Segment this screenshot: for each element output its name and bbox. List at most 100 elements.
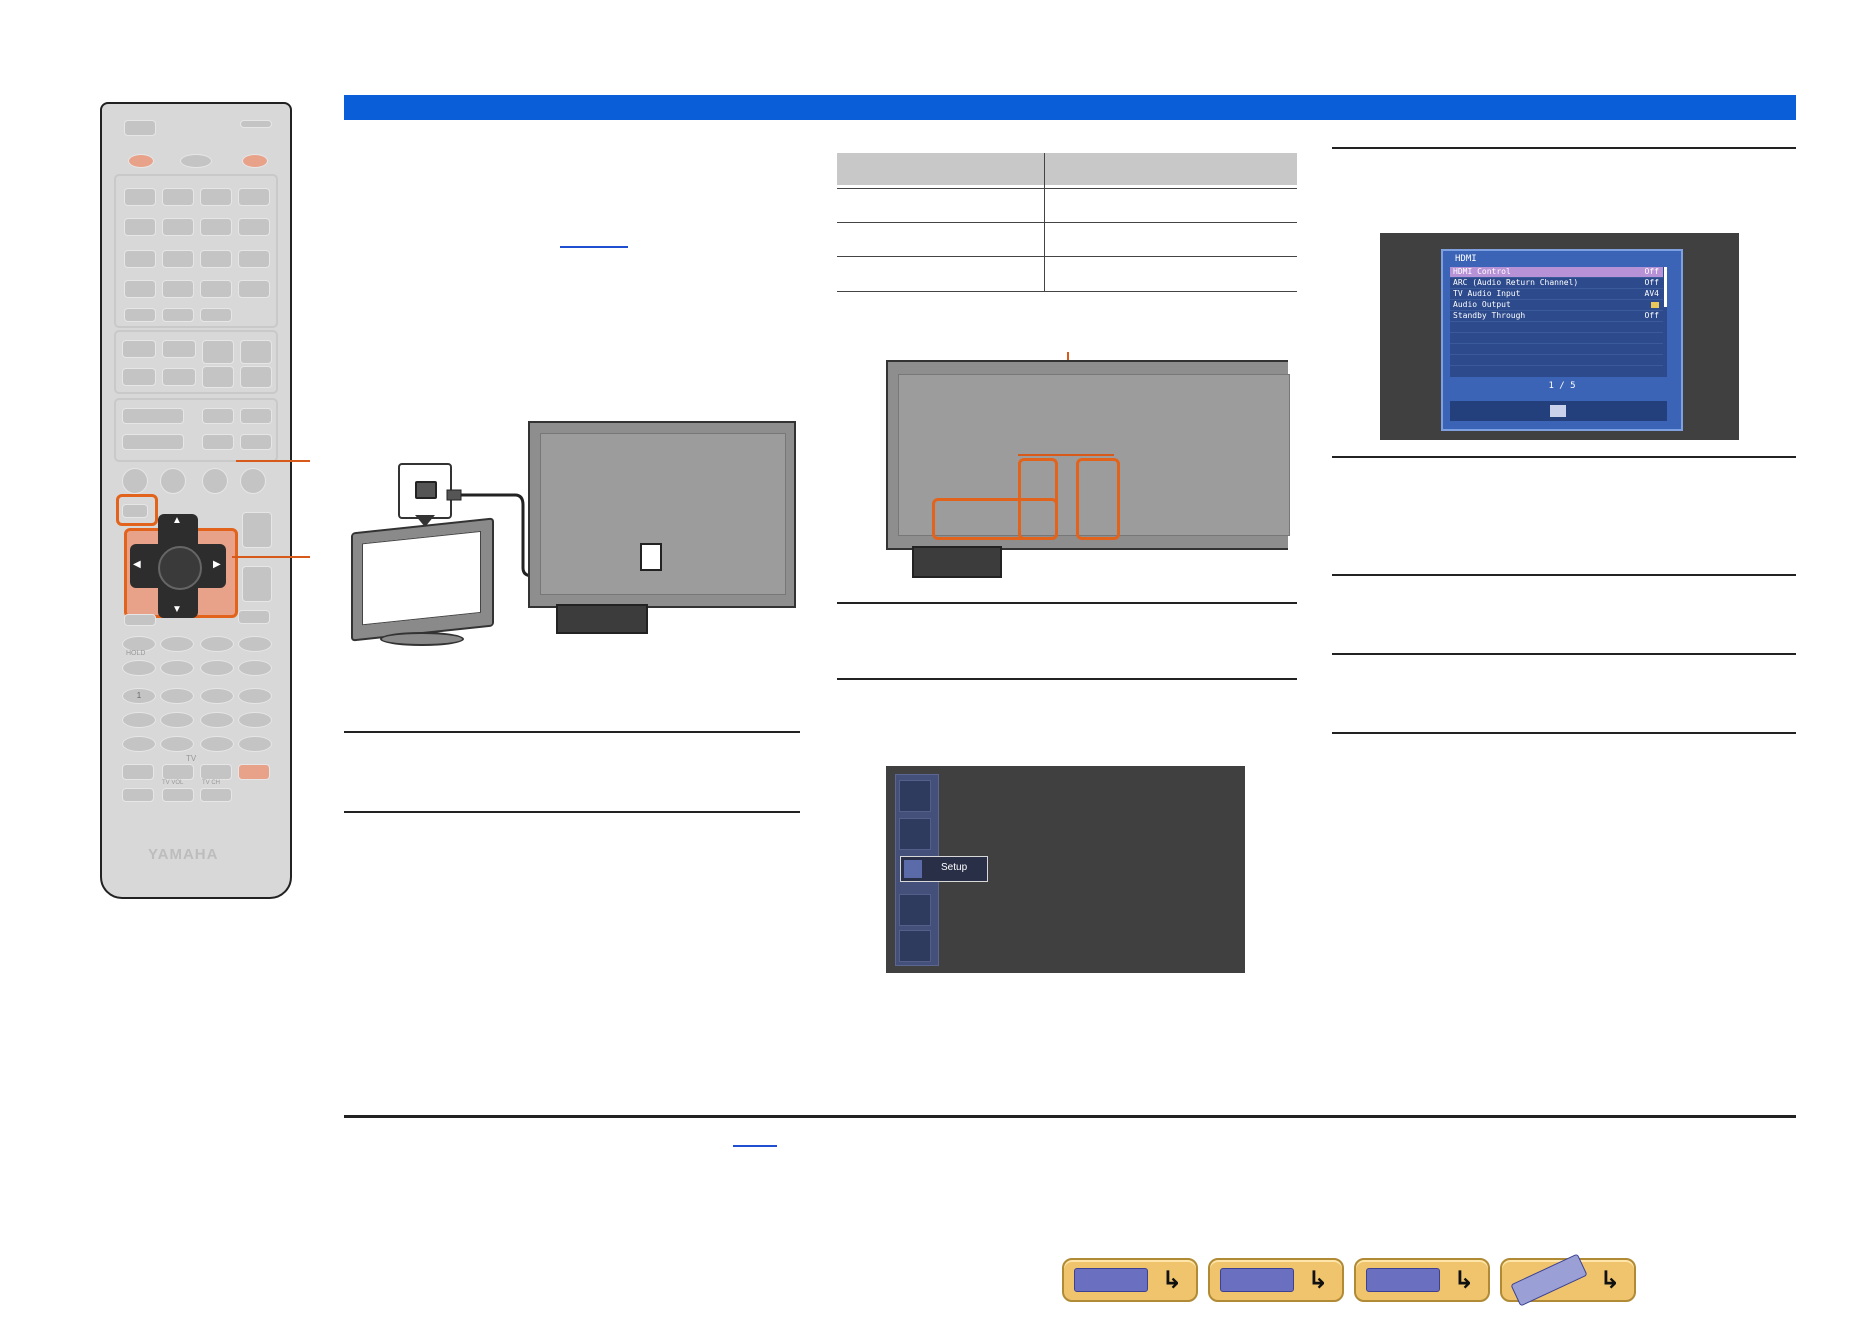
hdmi-category-icon bbox=[1550, 405, 1566, 417]
page-link[interactable] bbox=[733, 1145, 777, 1147]
remote-round-button bbox=[202, 468, 228, 494]
hdmi-row-tv-audio-input[interactable]: TV Audio Input AV4 bbox=[1450, 289, 1663, 300]
remote-stop-button bbox=[160, 636, 194, 652]
hdmi-scrollbar[interactable] bbox=[1664, 267, 1667, 307]
nav-button-remote-control[interactable]: ↳ bbox=[1500, 1253, 1636, 1307]
remote-input-button bbox=[238, 218, 270, 236]
remote-pause-button bbox=[200, 636, 234, 652]
receiver-rear-middle bbox=[886, 360, 1290, 550]
remote-input-button bbox=[238, 250, 270, 268]
remote-preset-button bbox=[122, 340, 156, 358]
remote-tv-ch-down bbox=[200, 788, 232, 802]
remote-preset-down bbox=[202, 366, 234, 388]
remote-input-button bbox=[200, 188, 232, 206]
remote-tv-vol-down bbox=[162, 788, 194, 802]
menu-item-scene-icon bbox=[899, 818, 931, 850]
setup-wrench-icon bbox=[904, 860, 922, 878]
receiver-rear-left bbox=[528, 421, 796, 608]
table-row-line bbox=[837, 188, 1297, 189]
nav-button-rear-panel[interactable]: ↳ bbox=[1208, 1258, 1344, 1302]
callout-line-cursor bbox=[232, 556, 310, 558]
remote-small-button bbox=[124, 614, 156, 626]
step-rule bbox=[1332, 732, 1796, 734]
callout-line-setup bbox=[236, 460, 310, 462]
section-header-bar bbox=[344, 95, 1796, 120]
remote-input-button bbox=[162, 250, 194, 268]
remote-input-button bbox=[200, 280, 232, 298]
remote-power-right bbox=[242, 154, 268, 168]
remote-input-button bbox=[124, 188, 156, 206]
hdmi-row-empty bbox=[1450, 344, 1663, 355]
page-link[interactable] bbox=[560, 246, 628, 248]
menu-item-setup-label: Setup bbox=[941, 862, 968, 873]
remote-preset-down bbox=[240, 366, 272, 388]
remote-round-button bbox=[240, 468, 266, 494]
front-display-icon bbox=[1366, 1268, 1440, 1292]
table-row-line bbox=[837, 291, 1297, 292]
audio-input-highlight bbox=[1018, 458, 1058, 540]
cursor-right-icon: ▶ bbox=[213, 559, 221, 570]
step-rule bbox=[837, 602, 1297, 604]
remote-preset-button bbox=[162, 340, 196, 358]
remote-number-button bbox=[122, 712, 156, 728]
menu-item-option-icon bbox=[899, 894, 931, 926]
remote-setup-button bbox=[122, 504, 148, 518]
remote-brand-logo: YAMAHA bbox=[148, 846, 219, 863]
hdmi-row-hdmi-control[interactable]: HDMI Control Off bbox=[1450, 267, 1663, 278]
step-rule bbox=[837, 678, 1297, 680]
step-rule bbox=[1332, 574, 1796, 576]
hdmi-row-standby-through[interactable]: Standby Through Off bbox=[1450, 311, 1663, 322]
remote-input-button bbox=[124, 218, 156, 236]
hdmi-row-audio-output[interactable]: Audio Output bbox=[1450, 300, 1663, 311]
remote-sound-button bbox=[202, 408, 234, 424]
remote-number-button bbox=[160, 712, 194, 728]
hdmi-menu-title: HDMI bbox=[1455, 254, 1477, 264]
return-arrow-icon: ↳ bbox=[1161, 1266, 1182, 1294]
cursor-down-icon: ▼ bbox=[172, 604, 182, 615]
remote-power-left bbox=[128, 154, 154, 168]
hdmi-row-arc[interactable]: ARC (Audio Return Channel) Off bbox=[1450, 278, 1663, 289]
receiver-rear-icon bbox=[1220, 1268, 1294, 1292]
remote-input-button bbox=[124, 250, 156, 268]
remote-power-center bbox=[180, 154, 212, 168]
remote-sound-button bbox=[240, 434, 272, 450]
remote-tv-button bbox=[122, 788, 154, 802]
remote-transport-button bbox=[238, 660, 272, 676]
hdmi-row-empty bbox=[1450, 322, 1663, 333]
remote-number-button bbox=[200, 736, 234, 752]
remote-input-button bbox=[200, 308, 232, 322]
remote-preset-up bbox=[240, 340, 272, 364]
remote-led bbox=[240, 120, 272, 128]
remote-input-button bbox=[162, 280, 194, 298]
hdmi-row-empty bbox=[1450, 333, 1663, 344]
receiver-foot bbox=[556, 604, 648, 634]
remote-input-button bbox=[238, 188, 270, 206]
folder-icon bbox=[1651, 302, 1659, 308]
table-row-line bbox=[837, 222, 1297, 223]
nav-button-front-panel[interactable]: ↳ bbox=[1062, 1258, 1198, 1302]
menu-item-information-icon bbox=[899, 930, 931, 962]
remote-sound-button bbox=[122, 434, 184, 450]
highlight-connector bbox=[1018, 454, 1114, 456]
remote-tv-vol-up bbox=[162, 764, 194, 780]
remote-tv-power bbox=[238, 764, 270, 780]
hdmi-setup-screen: HDMI HDMI Control Off ARC (Audio Return C… bbox=[1380, 233, 1739, 440]
return-arrow-icon: ↳ bbox=[1599, 1266, 1620, 1294]
setup-menu-screen: Setup bbox=[886, 766, 1245, 973]
return-arrow-icon: ↳ bbox=[1453, 1266, 1474, 1294]
tv-jack-callout bbox=[398, 463, 452, 519]
remote-sound-button bbox=[122, 408, 184, 424]
remote-input-button bbox=[124, 308, 156, 322]
remote-enter-button bbox=[158, 546, 202, 590]
menu-item-setup[interactable]: Setup bbox=[900, 856, 988, 882]
step-rule bbox=[1332, 456, 1796, 458]
remote-round-button bbox=[160, 468, 186, 494]
nav-button-front-display[interactable]: ↳ bbox=[1354, 1258, 1490, 1302]
receiver-front-icon bbox=[1074, 1268, 1148, 1292]
remote-tv-ch-label: TV CH bbox=[202, 780, 220, 786]
remote-small-button bbox=[238, 610, 270, 624]
remote-volume-up bbox=[242, 512, 272, 548]
remote-round-button bbox=[122, 468, 148, 494]
remote-input-button bbox=[124, 280, 156, 298]
remote-number-button bbox=[238, 736, 272, 752]
